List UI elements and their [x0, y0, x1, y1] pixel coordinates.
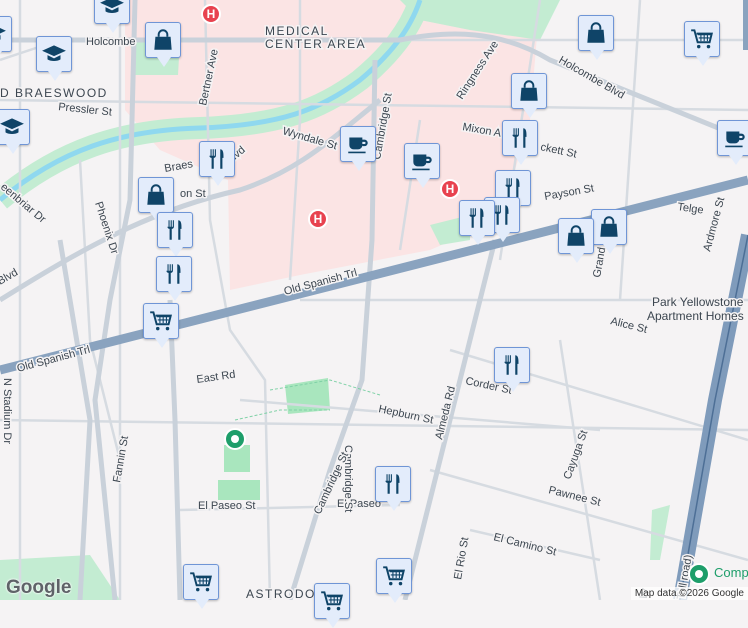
fork-knife-icon — [380, 471, 406, 497]
hospital-marker[interactable]: H — [308, 209, 328, 229]
shopping-bag-icon — [583, 20, 609, 46]
fork-knife-icon — [161, 261, 187, 287]
street-label: N Stadium Dr — [1, 378, 13, 444]
shopping-cart-icon — [188, 569, 214, 595]
shopping-bag-icon — [563, 223, 589, 249]
restaurant-marker[interactable] — [375, 466, 411, 511]
fork-knife-icon — [464, 205, 490, 231]
park — [218, 480, 260, 500]
shopping-bag-icon — [150, 27, 176, 53]
hospital-icon: H — [445, 182, 455, 196]
area-label: CENTER AREA — [265, 37, 366, 51]
coffee-marker[interactable] — [404, 143, 440, 188]
fork-knife-icon — [162, 217, 188, 243]
shopping-cart-icon — [381, 563, 407, 589]
school-marker[interactable] — [0, 16, 12, 61]
area-label: ASTRODO — [246, 587, 316, 600]
restaurant-marker[interactable] — [502, 120, 538, 165]
school-marker[interactable] — [94, 0, 130, 33]
shopping-marker[interactable] — [578, 15, 614, 60]
shopping-cart-icon — [689, 26, 715, 52]
hospital-marker[interactable]: H — [440, 179, 460, 199]
hospital-icon: H — [313, 212, 323, 226]
restaurant-marker[interactable] — [157, 212, 193, 257]
graduation-cap-icon — [0, 21, 7, 47]
shopping-marker[interactable] — [138, 177, 174, 222]
hospital-icon: H — [206, 7, 216, 21]
street-label: Holcombe — [86, 36, 136, 48]
fork-knife-icon — [499, 352, 525, 378]
google-logo: Google — [6, 577, 72, 598]
street-label: El Paseo St — [198, 500, 255, 512]
restaurant-marker[interactable] — [156, 256, 192, 301]
fork-knife-icon — [507, 125, 533, 151]
place-pin[interactable] — [688, 563, 710, 585]
graduation-cap-icon — [0, 114, 25, 140]
coffee-cup-icon — [722, 125, 748, 151]
graduation-cap-icon — [99, 0, 125, 19]
map-attribution[interactable]: Map data ©2026 Google — [630, 587, 748, 600]
area-label: MEDICAL — [265, 24, 329, 38]
coffee-cup-icon — [409, 148, 435, 174]
school-marker[interactable] — [0, 109, 30, 154]
grocery-marker[interactable] — [183, 564, 219, 609]
fork-knife-icon — [204, 146, 230, 172]
place-pin[interactable] — [224, 428, 246, 450]
restaurant-marker[interactable] — [494, 347, 530, 392]
shopping-bag-icon — [143, 182, 169, 208]
coffee-marker[interactable] — [717, 120, 748, 165]
shopping-marker[interactable] — [511, 73, 547, 118]
shopping-bag-icon — [596, 214, 622, 240]
area-label: D BRAESWOOD — [0, 86, 108, 100]
place-label: Park Yellowstone — [652, 295, 744, 309]
graduation-cap-icon — [41, 41, 67, 67]
hospital-marker[interactable]: H — [201, 4, 221, 24]
shopping-bag-icon — [516, 78, 542, 104]
grocery-marker[interactable] — [314, 583, 350, 628]
grocery-marker[interactable] — [376, 558, 412, 603]
map-canvas[interactable]: MEDICAL CENTER AREA D BRAESWOOD ASTRODO … — [0, 0, 748, 600]
restaurant-marker[interactable] — [459, 200, 495, 245]
grocery-marker[interactable] — [143, 303, 179, 348]
grocery-marker[interactable] — [684, 21, 720, 66]
shopping-cart-icon — [319, 588, 345, 614]
shopping-cart-icon — [148, 308, 174, 334]
street-label: on St — [180, 188, 206, 200]
shopping-marker[interactable] — [145, 22, 181, 67]
shopping-marker[interactable] — [558, 218, 594, 263]
coffee-cup-icon — [345, 131, 371, 157]
school-marker[interactable] — [36, 36, 72, 81]
place-label: Apartment Homes — [647, 309, 744, 323]
shopping-marker[interactable] — [591, 209, 627, 254]
restaurant-marker[interactable] — [199, 141, 235, 186]
coffee-marker[interactable] — [340, 126, 376, 171]
place-label[interactable]: Comp — [714, 565, 748, 580]
